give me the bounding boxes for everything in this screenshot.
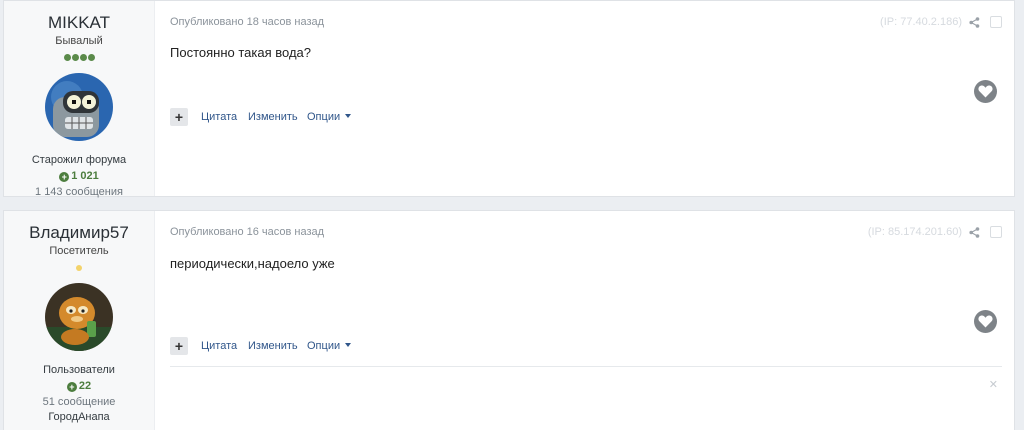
close-icon[interactable]: ✕ [989, 378, 998, 391]
multiquote-button[interactable]: + [170, 337, 188, 355]
forum-post: MIKKAT Бывалый Старожил форума + 1 021 1… [3, 0, 1015, 198]
rank-pip [63, 54, 71, 61]
caret-down-icon [345, 343, 352, 347]
author-rank-title: Посетитель [49, 245, 109, 257]
quote-link[interactable]: Цитата [201, 340, 237, 352]
avatar[interactable] [45, 73, 113, 141]
post-date[interactable]: Опубликовано 16 часов назад [170, 226, 324, 238]
post-date[interactable]: Опубликовано 18 часов назад [170, 16, 324, 28]
author-panel: Владимир57 Посетитель Пользователи +22 5… [4, 211, 155, 430]
signature-divider [170, 366, 1002, 367]
reaction-button[interactable] [974, 80, 997, 103]
reaction-button[interactable] [974, 310, 997, 333]
caret-down-icon [345, 114, 352, 118]
author-city: ГородАнапа [48, 411, 110, 423]
post-count: 1 143 сообщения [35, 186, 123, 198]
rank-pip [71, 54, 79, 61]
author-panel: MIKKAT Бывалый Старожил форума + 1 021 1… [4, 1, 155, 198]
rank-pip [76, 265, 82, 271]
plus-icon: + [59, 172, 70, 182]
reputation-value: 1 021 [71, 170, 99, 182]
ip-address: (IP: 85.174.201.60) [867, 226, 962, 238]
options-menu[interactable]: Опции [307, 111, 352, 123]
rank-pips [4, 52, 154, 62]
reputation-badge[interactable]: +1 021 [4, 170, 154, 183]
avatar[interactable] [45, 283, 113, 351]
quote-link[interactable]: Цитата [201, 111, 237, 123]
select-post-checkbox[interactable] [990, 226, 1002, 238]
post-count: 51 сообщение [42, 396, 116, 408]
ip-address: (IP: 77.40.2.186) [880, 16, 962, 28]
author-rank-title: Бывалый [55, 35, 103, 47]
heart-icon [978, 315, 993, 328]
rank-pip [87, 54, 95, 61]
heart-icon [978, 85, 993, 98]
options-menu[interactable]: Опции [307, 340, 352, 352]
author-group: Пользователи [43, 364, 115, 376]
select-post-checkbox[interactable] [990, 16, 1002, 28]
author-name[interactable]: MIKKAT [4, 14, 154, 32]
reputation-badge[interactable]: +22 [4, 380, 154, 393]
author-name[interactable]: Владимир57 [4, 224, 154, 242]
edit-link[interactable]: Изменить [248, 111, 298, 123]
post-content: периодически,надоело уже [170, 256, 335, 271]
share-icon[interactable] [969, 15, 980, 33]
forum-post: Владимир57 Посетитель Пользователи +22 5… [3, 210, 1015, 430]
plus-icon: + [66, 382, 77, 392]
rank-pip [79, 54, 87, 61]
multiquote-button[interactable]: + [170, 108, 188, 126]
author-group: Старожил форума [31, 154, 127, 166]
options-label: Опции [307, 340, 341, 352]
share-icon[interactable] [969, 225, 980, 243]
rank-pips [4, 262, 154, 272]
edit-link[interactable]: Изменить [248, 340, 298, 352]
reputation-value: 22 [78, 380, 92, 392]
post-content: Постоянно такая вода? [170, 45, 311, 60]
options-label: Опции [307, 111, 341, 123]
